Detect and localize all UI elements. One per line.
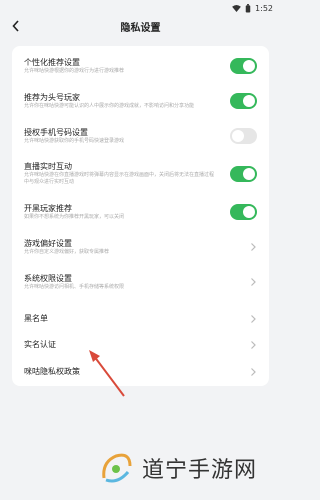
chevron-right-icon (251, 341, 256, 349)
top-player-toggle[interactable] (230, 93, 257, 109)
setting-desc: 允许咪咕快游在你直播游戏时将弹幕内容显示在游戏画面中，关闭后将无法在直播过程中与… (24, 172, 215, 185)
toggle-knob (243, 95, 255, 107)
setting-title: 黑名单 (24, 314, 48, 323)
page-title: 隐私设置 (120, 22, 161, 34)
duo-recommend-toggle[interactable] (230, 204, 257, 220)
setting-row-live-interaction: 直播实时互动 允许咪咕快游在你直播游戏时将弹幕内容显示在游戏画面中，关闭后将无法… (12, 156, 269, 192)
watermark-logo-icon (102, 453, 132, 483)
toggle-knob (232, 130, 244, 142)
battery-icon (245, 3, 251, 13)
watermark: 道宁手游网 (96, 446, 266, 490)
setting-row-personalized-recommend: 个性化推荐设置 允许咪咕快游根据你的游戏行为进行游戏推荐 (12, 51, 269, 81)
chevron-right-icon (251, 368, 256, 376)
watermark-text: 道宁手游网 (142, 458, 258, 483)
personalized-recommend-toggle[interactable] (230, 58, 257, 74)
status-time: 1:52 (255, 3, 273, 13)
phone-auth-toggle[interactable] (230, 128, 257, 144)
back-button[interactable] (10, 19, 22, 33)
setting-row-privacy-policy[interactable]: 咪咕隐私权政策 (12, 357, 269, 387)
setting-row-duo-recommend: 开黑玩家推荐 如果你不想系统为你推荐开黑玩家，可以关闭 (12, 197, 269, 227)
setting-row-game-preference[interactable]: 游戏偏好设置 允许你自定义游戏偏好，获取专属推荐 (12, 232, 269, 262)
setting-desc: 允许咪咕快游访问相机、手机存储等系统权限 (24, 283, 125, 290)
setting-title: 实名认证 (24, 340, 56, 349)
header: 隐私设置 (0, 16, 281, 36)
setting-desc: 允许你在咪咕快游可能认识的人中展示你的游戏成就，不影响访问和分享功能 (24, 102, 195, 109)
setting-title: 系统权限设置 (24, 273, 72, 283)
chevron-right-icon (251, 315, 256, 323)
wifi-icon (232, 4, 241, 12)
settings-card: 个性化推荐设置 允许咪咕快游根据你的游戏行为进行游戏推荐 推荐为头号玩家 允许你… (12, 46, 269, 386)
chevron-right-icon (251, 278, 256, 286)
status-bar: 1:52 (0, 0, 281, 16)
setting-title: 授权手机号码设置 (24, 127, 88, 137)
setting-row-phone-auth: 授权手机号码设置 允许咪咕快游获取你的手机号码快速登录游戏 (12, 121, 269, 151)
toggle-knob (243, 206, 255, 218)
setting-desc: 允许你自定义游戏偏好，获取专属推荐 (24, 248, 110, 255)
setting-desc: 允许咪咕快游根据你的游戏行为进行游戏推荐 (24, 67, 125, 74)
setting-desc: 允许咪咕快游获取你的手机号码快速登录游戏 (24, 137, 125, 144)
toggle-knob (243, 60, 255, 72)
setting-title: 直播实时互动 (24, 162, 72, 171)
setting-row-top-player: 推荐为头号玩家 允许你在咪咕快游可能认识的人中展示你的游戏成就，不影响访问和分享… (12, 86, 269, 116)
back-arrow-icon (12, 20, 19, 32)
setting-title: 咪咕隐私权政策 (24, 367, 80, 376)
setting-row-real-name[interactable]: 实名认证 (12, 330, 269, 360)
toggle-knob (243, 168, 255, 180)
setting-row-system-permission[interactable]: 系统权限设置 允许咪咕快游访问相机、手机存储等系统权限 (12, 267, 269, 297)
setting-desc: 如果你不想系统为你推荐开黑玩家，可以关闭 (24, 213, 125, 220)
setting-title: 开黑玩家推荐 (24, 203, 72, 213)
setting-title: 推荐为头号玩家 (24, 92, 80, 102)
live-interaction-toggle[interactable] (230, 166, 257, 182)
chevron-right-icon (251, 243, 256, 251)
setting-title: 游戏偏好设置 (24, 238, 72, 248)
setting-title: 个性化推荐设置 (24, 57, 80, 67)
